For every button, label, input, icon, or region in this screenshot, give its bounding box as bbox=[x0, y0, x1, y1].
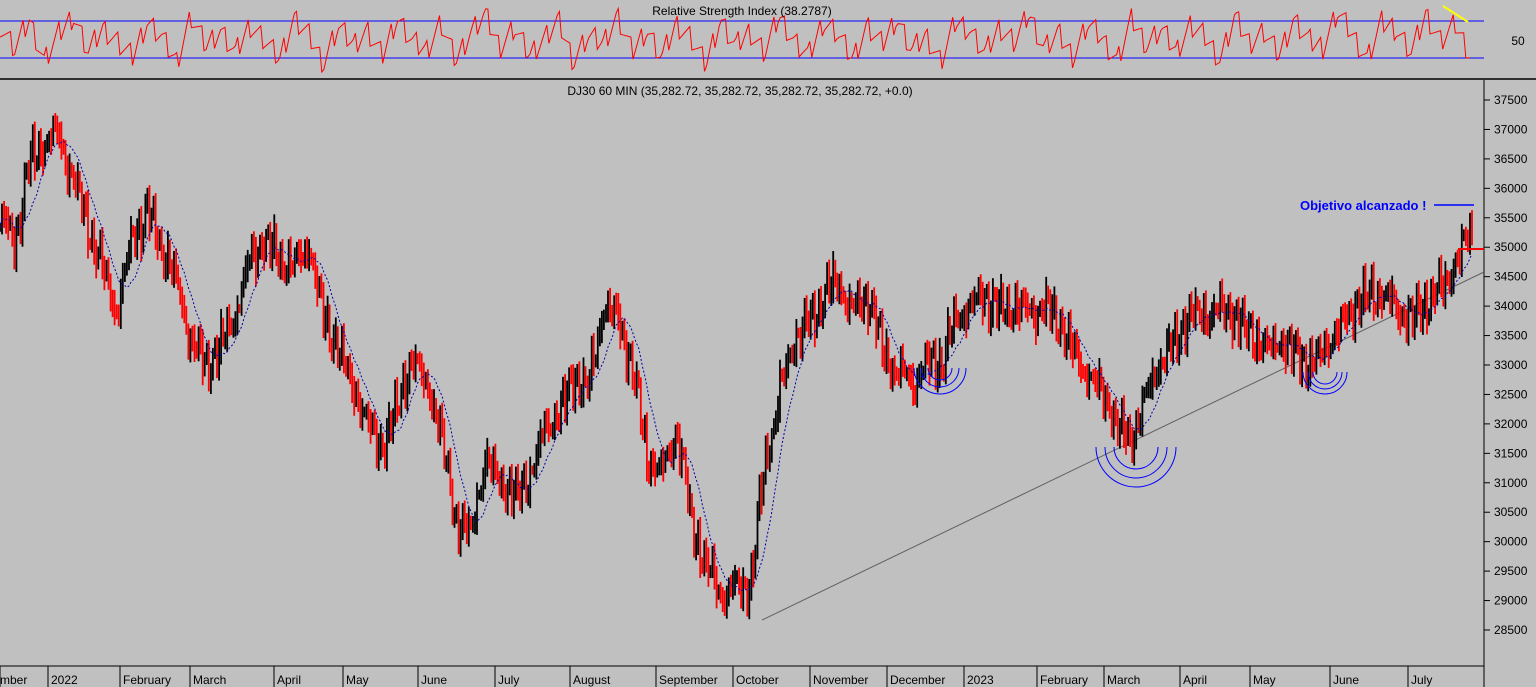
y-tick-label: 31000 bbox=[1494, 476, 1528, 490]
moving-average-line bbox=[0, 140, 1473, 592]
x-tick-label: September bbox=[659, 673, 718, 687]
y-tick-label: 32500 bbox=[1494, 387, 1528, 401]
x-tick-label: August bbox=[573, 673, 611, 687]
target-annotation: Objetivo alcanzado ! bbox=[1300, 198, 1426, 213]
price-y-axis: 37500 37000 36500 36000 35500 35000 34500 34000… bbox=[1484, 93, 1528, 637]
pattern-arc bbox=[1113, 446, 1159, 470]
x-tick-label: May bbox=[346, 673, 369, 687]
rsi-panel: Relative Strength Index (38.2787) 50 bbox=[0, 0, 1536, 80]
chart-stage: Relative Strength Index (38.2787) 50 DJ3… bbox=[0, 0, 1536, 687]
y-tick-label: 29500 bbox=[1494, 564, 1528, 578]
price-panel: DJ30 60 MIN (35,282.72, 35,282.72, 35,28… bbox=[0, 80, 1528, 687]
price-x-axis: mber 2022 February March April May June July Aug… bbox=[0, 666, 1432, 687]
y-tick-label: 37500 bbox=[1494, 93, 1528, 107]
y-tick-label: 34000 bbox=[1494, 299, 1528, 313]
y-tick-label: 37000 bbox=[1494, 122, 1528, 136]
rsi-title: Relative Strength Index (38.2787) bbox=[652, 4, 831, 18]
x-tick-label: June bbox=[1333, 673, 1359, 687]
price-bars bbox=[0, 113, 1473, 620]
x-tick-label: June bbox=[421, 673, 447, 687]
x-tick-label: March bbox=[193, 673, 226, 687]
x-tick-label: mber bbox=[0, 673, 27, 687]
x-tick-label: April bbox=[277, 673, 301, 687]
x-tick-label: April bbox=[1183, 673, 1207, 687]
price-title: DJ30 60 MIN (35,282.72, 35,282.72, 35,28… bbox=[567, 84, 912, 98]
x-tick-label: July bbox=[1411, 673, 1432, 687]
x-tick-label: July bbox=[498, 673, 519, 687]
y-tick-label: 28500 bbox=[1494, 623, 1528, 637]
y-tick-label: 36000 bbox=[1494, 181, 1528, 195]
rsi-y-tick-50: 50 bbox=[1511, 34, 1525, 48]
y-tick-label: 33500 bbox=[1494, 329, 1528, 343]
x-tick-label: March bbox=[1107, 673, 1140, 687]
y-tick-label: 29000 bbox=[1494, 594, 1528, 608]
x-tick-label: May bbox=[1253, 673, 1276, 687]
x-tick-label: 2022 bbox=[51, 673, 78, 687]
y-tick-label: 32000 bbox=[1494, 417, 1528, 431]
y-tick-label: 30500 bbox=[1494, 505, 1528, 519]
x-tick-label: December bbox=[890, 673, 945, 687]
y-tick-label: 34500 bbox=[1494, 270, 1528, 284]
x-tick-label: November bbox=[813, 673, 868, 687]
y-tick-label: 36500 bbox=[1494, 152, 1528, 166]
y-tick-label: 31500 bbox=[1494, 446, 1528, 460]
dj30-chart-svg: Relative Strength Index (38.2787) 50 DJ3… bbox=[0, 0, 1536, 687]
x-tick-label: February bbox=[1040, 673, 1088, 687]
y-tick-label: 35500 bbox=[1494, 211, 1528, 225]
y-tick-label: 35000 bbox=[1494, 240, 1528, 254]
y-tick-label: 30000 bbox=[1494, 535, 1528, 549]
x-tick-label: 2023 bbox=[967, 673, 994, 687]
x-tick-label: February bbox=[123, 673, 171, 687]
y-tick-label: 33000 bbox=[1494, 358, 1528, 372]
x-tick-label: October bbox=[736, 673, 779, 687]
